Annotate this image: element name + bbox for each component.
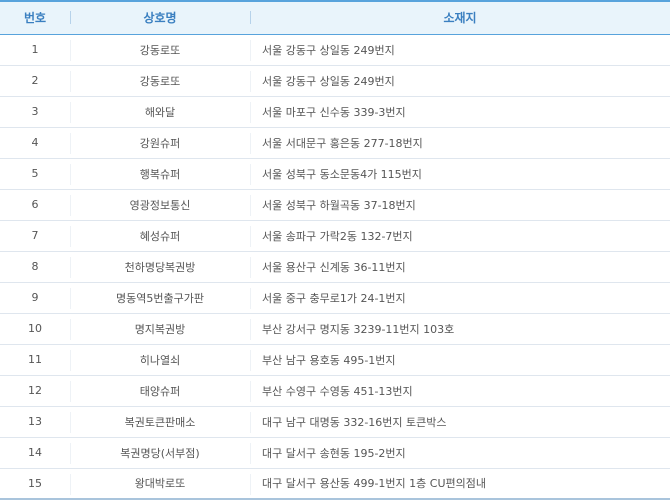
table-row: 7 혜성슈퍼 서울 송파구 가락2동 132-7번지 [0, 220, 670, 252]
table-row: 4 강원슈퍼 서울 서대문구 홍은동 277-18번지 [0, 127, 670, 159]
row-number: 14 [0, 437, 70, 469]
table-row: 12 태양슈퍼 부산 수영구 수영동 451-13번지 [0, 375, 670, 407]
row-number: 9 [0, 282, 70, 314]
table-row: 5 행복슈퍼 서울 성북구 동소문동4가 115번지 [0, 158, 670, 190]
table-row: 3 해와달 서울 마포구 신수동 339-3번지 [0, 96, 670, 128]
header-number: 번호 [0, 0, 70, 35]
row-address: 서울 강동구 상일동 249번지 [250, 34, 670, 66]
row-address: 서울 중구 충무로1가 24-1번지 [250, 282, 670, 314]
row-address: 부산 강서구 명지동 3239-11번지 103호 [250, 313, 670, 345]
row-address: 대구 달서구 용산동 499-1번지 1층 CU편의점내 [250, 468, 670, 500]
row-number: 7 [0, 220, 70, 252]
row-address: 부산 수영구 수영동 451-13번지 [250, 375, 670, 407]
row-address: 부산 남구 용호동 495-1번지 [250, 344, 670, 376]
row-number: 12 [0, 375, 70, 407]
row-store-name: 명동역5번출구가판 [70, 282, 250, 314]
row-number: 2 [0, 65, 70, 97]
table-row: 13 복권토큰판매소 대구 남구 대명동 332-16번지 토큰박스 [0, 406, 670, 438]
row-address: 서울 성북구 하월곡동 37-18번지 [250, 189, 670, 221]
header-store-name: 상호명 [70, 0, 250, 35]
row-store-name: 천하명당복권방 [70, 251, 250, 283]
table-row: 11 히나열쇠 부산 남구 용호동 495-1번지 [0, 344, 670, 376]
row-number: 4 [0, 127, 70, 159]
row-number: 5 [0, 158, 70, 190]
row-store-name: 영광정보통신 [70, 189, 250, 221]
row-number: 6 [0, 189, 70, 221]
table-row: 6 영광정보통신 서울 성북구 하월곡동 37-18번지 [0, 189, 670, 221]
row-store-name: 해와달 [70, 96, 250, 128]
row-address: 서울 서대문구 홍은동 277-18번지 [250, 127, 670, 159]
store-list-table: 번호 상호명 소재지 1 강동로또 서울 강동구 상일동 249번지 2 강동로… [0, 0, 670, 500]
row-number: 11 [0, 344, 70, 376]
row-address: 서울 성북구 동소문동4가 115번지 [250, 158, 670, 190]
row-store-name: 태양슈퍼 [70, 375, 250, 407]
row-store-name: 행복슈퍼 [70, 158, 250, 190]
row-number: 13 [0, 406, 70, 438]
row-store-name: 복권토큰판매소 [70, 406, 250, 438]
row-number: 8 [0, 251, 70, 283]
row-number: 15 [0, 468, 70, 500]
row-store-name: 강동로또 [70, 34, 250, 66]
row-address: 서울 송파구 가락2동 132-7번지 [250, 220, 670, 252]
row-store-name: 히나열쇠 [70, 344, 250, 376]
table-row: 1 강동로또 서울 강동구 상일동 249번지 [0, 34, 670, 66]
table-body: 1 강동로또 서울 강동구 상일동 249번지 2 강동로또 서울 강동구 상일… [0, 34, 670, 500]
row-address: 서울 용산구 신계동 36-11번지 [250, 251, 670, 283]
row-store-name: 강동로또 [70, 65, 250, 97]
row-store-name: 왕대박로또 [70, 468, 250, 500]
table-row: 14 복권명당(서부점) 대구 달서구 송현동 195-2번지 [0, 437, 670, 469]
row-number: 10 [0, 313, 70, 345]
table-header: 번호 상호명 소재지 [0, 0, 670, 35]
row-store-name: 강원슈퍼 [70, 127, 250, 159]
header-row: 번호 상호명 소재지 [0, 0, 670, 35]
row-address: 서울 강동구 상일동 249번지 [250, 65, 670, 97]
row-address: 서울 마포구 신수동 339-3번지 [250, 96, 670, 128]
table-row: 2 강동로또 서울 강동구 상일동 249번지 [0, 65, 670, 97]
row-number: 1 [0, 34, 70, 66]
header-address: 소재지 [250, 0, 670, 35]
table-row: 8 천하명당복권방 서울 용산구 신계동 36-11번지 [0, 251, 670, 283]
row-number: 3 [0, 96, 70, 128]
row-store-name: 명지복권방 [70, 313, 250, 345]
table-row: 10 명지복권방 부산 강서구 명지동 3239-11번지 103호 [0, 313, 670, 345]
row-address: 대구 달서구 송현동 195-2번지 [250, 437, 670, 469]
row-store-name: 복권명당(서부점) [70, 437, 250, 469]
table-row: 9 명동역5번출구가판 서울 중구 충무로1가 24-1번지 [0, 282, 670, 314]
store-table-container: 번호 상호명 소재지 1 강동로또 서울 강동구 상일동 249번지 2 강동로… [0, 0, 670, 501]
row-store-name: 혜성슈퍼 [70, 220, 250, 252]
row-address: 대구 남구 대명동 332-16번지 토큰박스 [250, 406, 670, 438]
table-row: 15 왕대박로또 대구 달서구 용산동 499-1번지 1층 CU편의점내 [0, 468, 670, 500]
